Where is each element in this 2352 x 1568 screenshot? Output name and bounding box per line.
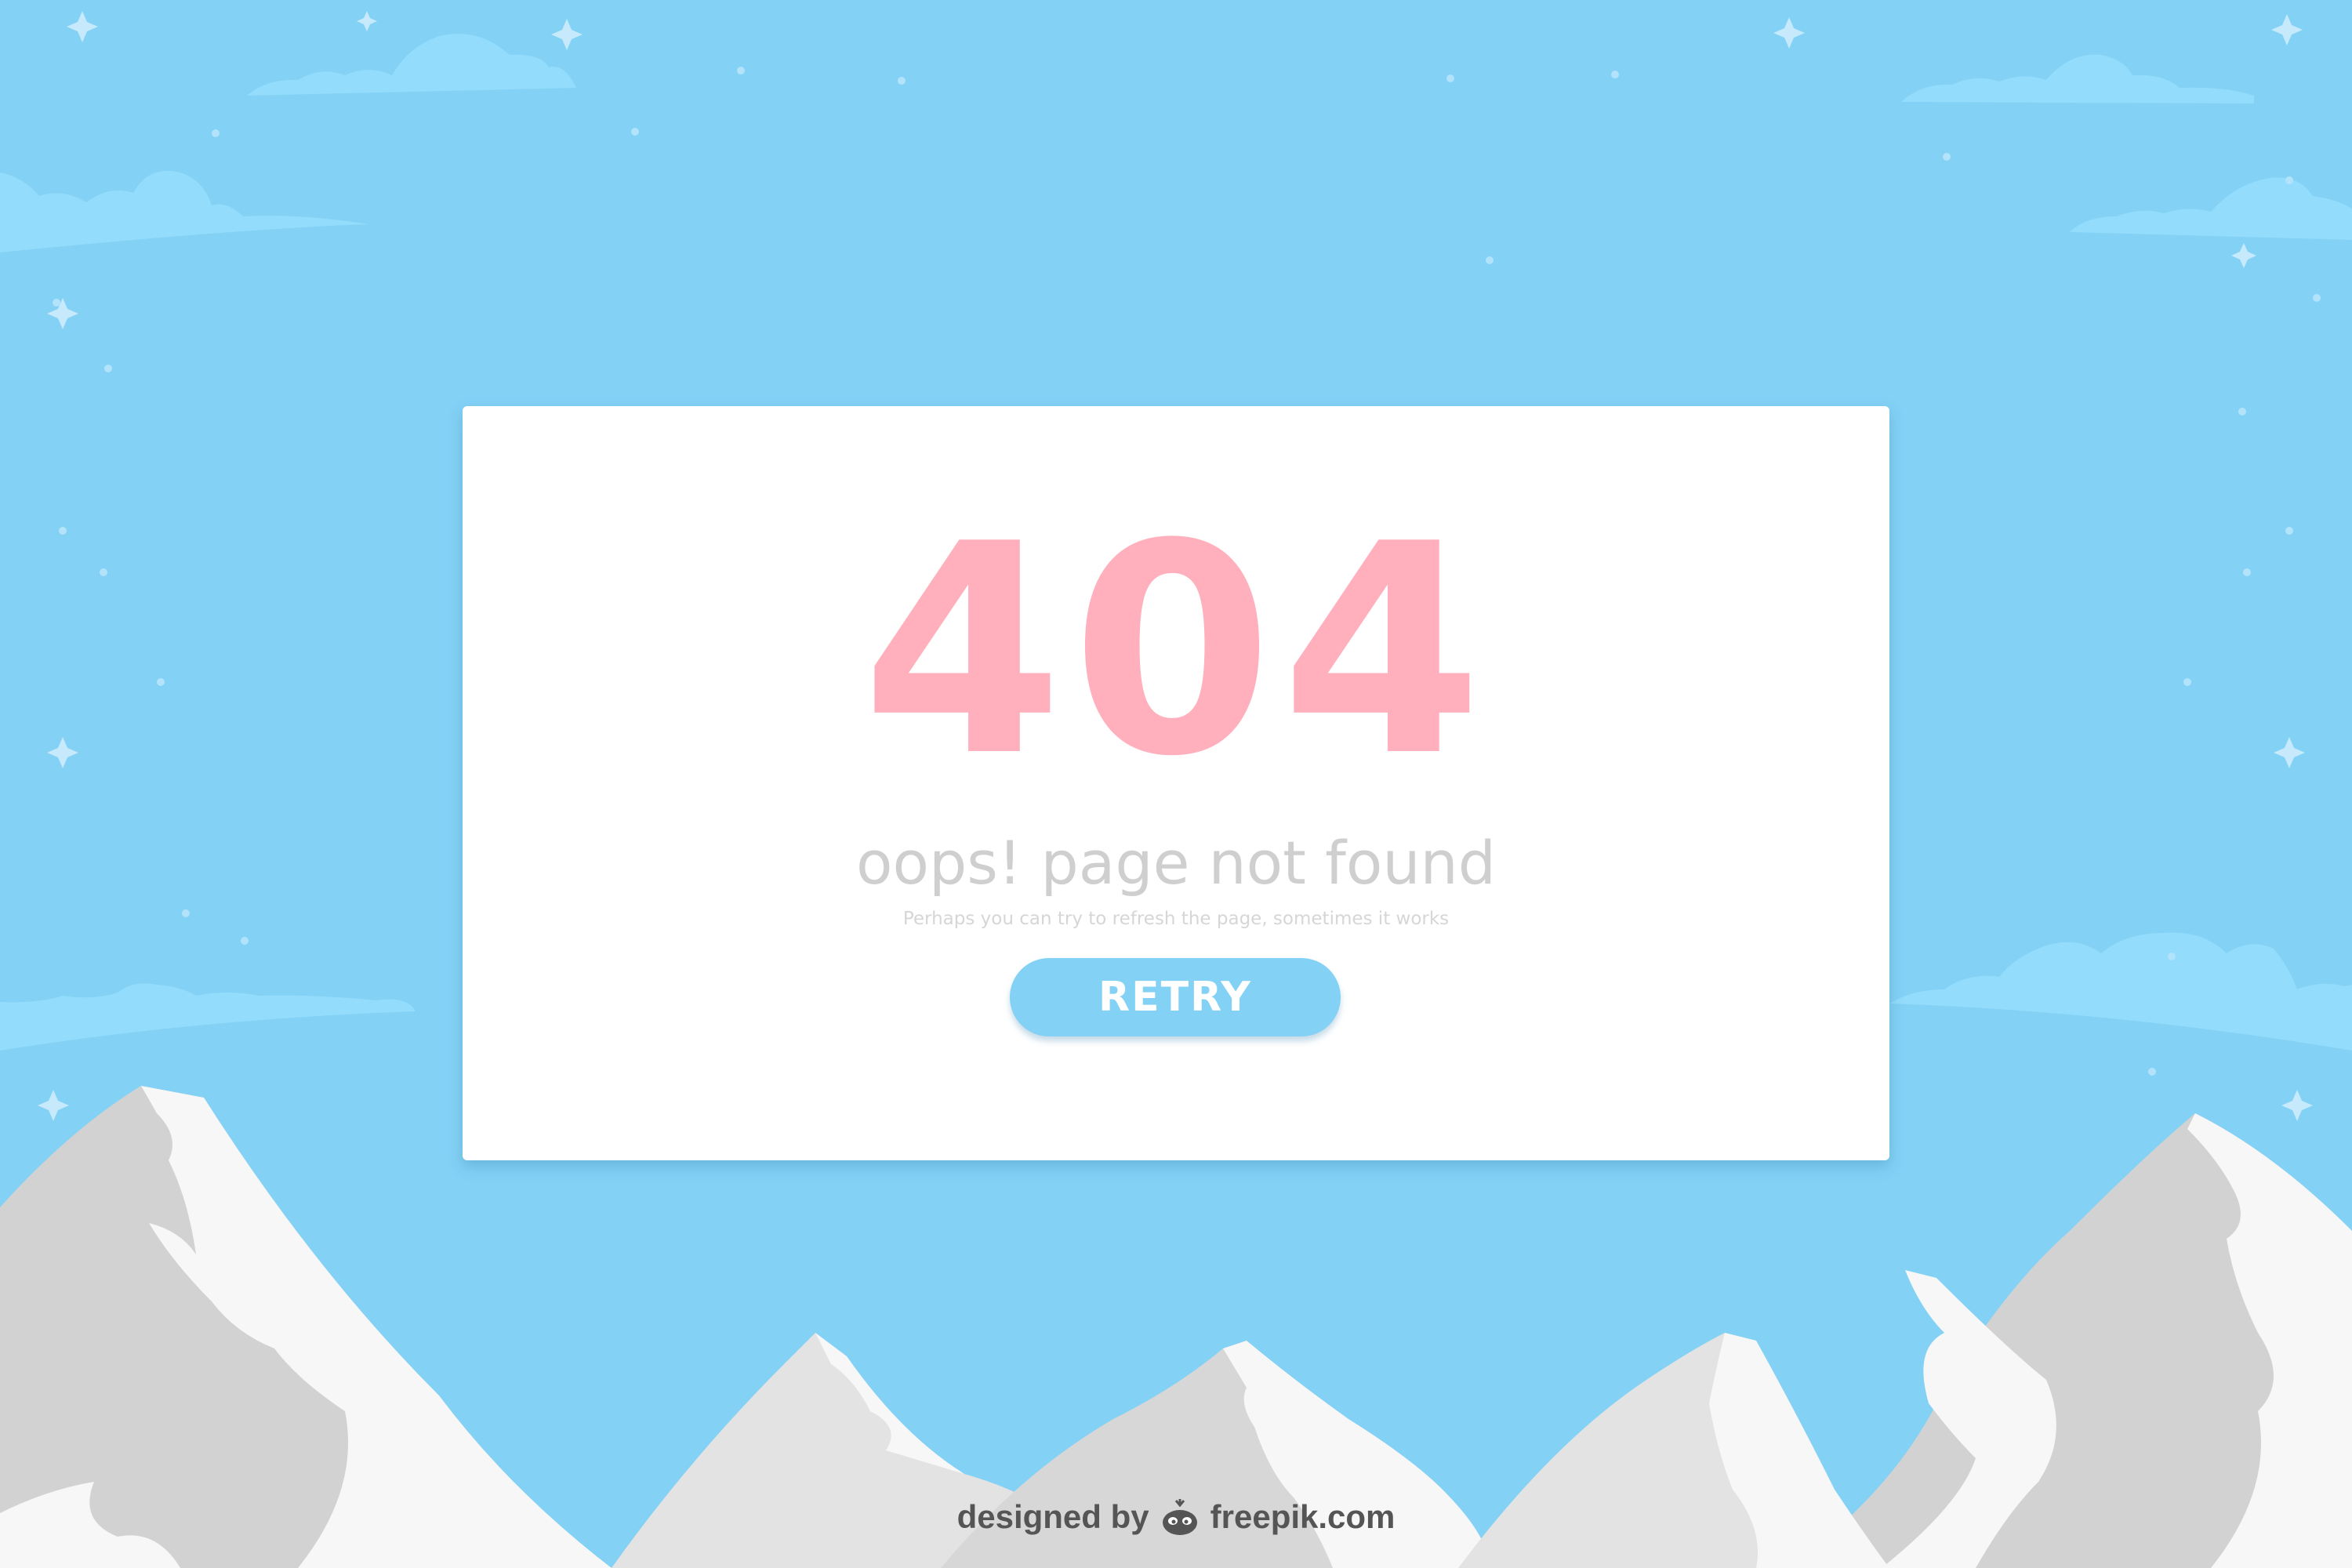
- star-dot: [104, 365, 112, 372]
- star-dot: [59, 527, 67, 535]
- freepik-logo-icon: [1162, 1499, 1197, 1535]
- star-dot: [1446, 74, 1454, 82]
- star-dot: [182, 909, 190, 917]
- star-dot: [1611, 71, 1619, 78]
- credit-brand: freepik.com: [1210, 1498, 1396, 1535]
- star-dot: [1943, 153, 1951, 161]
- star-dot: [241, 937, 249, 945]
- star-dot: [2313, 294, 2321, 302]
- star-dot: [157, 678, 165, 686]
- credit-designed-by: designed by: [956, 1498, 1149, 1535]
- star-dot: [212, 129, 220, 137]
- error-code: 404: [861, 483, 1491, 820]
- error-subtitle: Perhaps you can try to refresh the page,…: [902, 909, 1450, 929]
- star-dot: [2285, 527, 2293, 535]
- star-dot: [898, 77, 906, 85]
- star-dot: [631, 128, 639, 136]
- star-dot: [2243, 568, 2251, 576]
- star-dot: [2238, 408, 2246, 416]
- credit-line[interactable]: designed by freepik.com: [941, 1494, 1411, 1541]
- star-dot: [1486, 256, 1494, 264]
- error-card: 404 oops! page not found Perhaps you can…: [463, 406, 1889, 1160]
- star-dot: [53, 299, 60, 307]
- retry-button[interactable]: RETRY: [1010, 958, 1341, 1036]
- star-dot: [2168, 953, 2176, 960]
- error-headline: oops! page not found: [856, 828, 1496, 898]
- star-dot: [100, 568, 107, 576]
- star-dot: [737, 67, 745, 74]
- star-dot: [2148, 1068, 2156, 1076]
- star-dot: [2183, 678, 2191, 686]
- star-dot: [2285, 176, 2293, 184]
